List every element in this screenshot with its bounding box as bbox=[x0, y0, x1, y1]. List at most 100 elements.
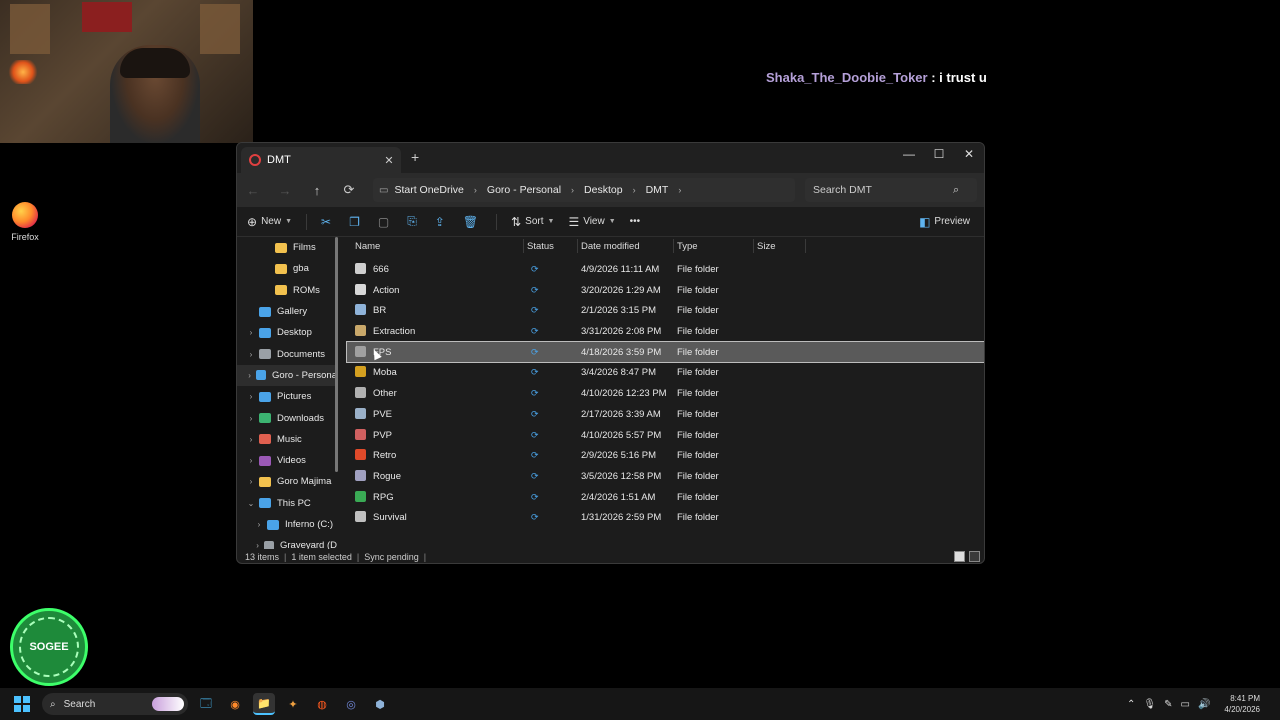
taskbar-steam-app[interactable]: ⬢ bbox=[369, 693, 391, 715]
chevron-right-icon[interactable]: › bbox=[243, 477, 259, 486]
pen-icon[interactable]: ✎ bbox=[1164, 699, 1172, 710]
tab-close-button[interactable]: ✕ bbox=[381, 154, 397, 167]
column-name[interactable]: Name bbox=[355, 241, 380, 252]
tab-dmt[interactable]: DMT ✕ bbox=[241, 147, 401, 173]
cut-button[interactable]: ✂ bbox=[321, 215, 335, 229]
sidebar-item[interactable]: ROMs bbox=[237, 280, 337, 301]
taskbar-app-icon[interactable]: ✦ bbox=[282, 693, 304, 715]
rename-button[interactable]: ⎘ bbox=[407, 214, 421, 229]
table-row[interactable]: FPS ⟳ 4/18/2026 3:59 PM File folder bbox=[346, 340, 984, 364]
breadcrumb-separator[interactable]: › bbox=[678, 185, 681, 195]
table-row[interactable]: Retro ⟳ 2/9/2026 5:16 PM File folder bbox=[347, 445, 984, 466]
chevron-right-icon[interactable]: › bbox=[251, 541, 264, 549]
breadcrumb-separator[interactable]: › bbox=[474, 185, 477, 195]
chevron-right-icon[interactable]: › bbox=[243, 435, 259, 444]
table-row[interactable]: PVP ⟳ 4/10/2026 5:57 PM File folder bbox=[347, 425, 984, 446]
table-row[interactable]: Rogue ⟳ 3/5/2026 12:58 PM File folder bbox=[347, 466, 984, 487]
desktop-icon-firefox[interactable]: Firefox bbox=[6, 202, 44, 242]
chevron-right-icon[interactable]: › bbox=[243, 392, 259, 401]
sidebar-item[interactable]: › Inferno (C:) bbox=[237, 514, 337, 535]
taskbar-search[interactable]: ⌕ Search bbox=[42, 693, 188, 715]
forward-button[interactable]: → bbox=[269, 183, 301, 198]
sidebar-item[interactable]: › Downloads bbox=[237, 407, 337, 428]
sidebar-item[interactable]: › Graveyard (D bbox=[237, 535, 337, 549]
chevron-up-icon[interactable]: ⌃ bbox=[1127, 699, 1135, 710]
start-button[interactable] bbox=[14, 696, 30, 712]
sidebar-item[interactable]: › Pictures bbox=[237, 386, 337, 407]
table-row[interactable]: Action ⟳ 3/20/2026 1:29 AM File folder bbox=[347, 280, 984, 301]
breadcrumb-goro-personal[interactable]: Goro - Personal bbox=[487, 184, 561, 196]
table-row[interactable]: RPG ⟳ 2/4/2026 1:51 AM File folder bbox=[347, 487, 984, 508]
chevron-right-icon[interactable]: › bbox=[243, 371, 256, 380]
breadcrumb-separator[interactable]: › bbox=[571, 185, 574, 195]
sidebar-item[interactable]: ⌄ This PC bbox=[237, 493, 337, 514]
table-row[interactable]: Extraction ⟳ 3/31/2026 2:08 PM File folder bbox=[347, 321, 984, 342]
breadcrumb-dmt[interactable]: DMT bbox=[646, 184, 669, 196]
sidebar-item[interactable]: Films bbox=[237, 237, 337, 258]
microphone-icon[interactable]: 🎙 bbox=[1143, 699, 1156, 710]
sidebar-item[interactable]: Gallery bbox=[237, 301, 337, 322]
table-row[interactable]: 666 ⟳ 4/9/2026 11:11 AM File folder bbox=[347, 259, 984, 280]
chevron-right-icon[interactable]: › bbox=[243, 328, 259, 337]
sidebar-item[interactable]: › Documents bbox=[237, 343, 337, 364]
preview-button[interactable]: ◧ Preview bbox=[919, 215, 970, 229]
volume-icon[interactable]: 🔊 bbox=[1198, 699, 1210, 710]
chevron-right-icon[interactable]: ⌄ bbox=[243, 499, 259, 508]
table-row[interactable]: Other ⟳ 4/10/2026 12:23 PM File folder bbox=[347, 383, 984, 404]
breadcrumb[interactable]: ▭ Start OneDrive › Goro - Personal › Des… bbox=[373, 178, 795, 202]
taskbar-file-explorer-app[interactable]: 📁 bbox=[253, 693, 275, 715]
chevron-right-icon[interactable]: › bbox=[243, 414, 259, 423]
taskbar-firefox-app[interactable]: ◉ bbox=[224, 693, 246, 715]
search-input[interactable] bbox=[813, 184, 953, 196]
new-tab-button[interactable]: + bbox=[411, 149, 419, 165]
view-button[interactable]: ☰ View ▼ bbox=[568, 215, 615, 229]
breadcrumb-separator[interactable]: › bbox=[633, 185, 636, 195]
chevron-right-icon[interactable]: › bbox=[251, 520, 267, 529]
chevron-right-icon[interactable]: › bbox=[243, 350, 259, 359]
tiles-view-button[interactable] bbox=[969, 551, 980, 562]
column-divider[interactable] bbox=[673, 239, 674, 253]
column-status[interactable]: Status bbox=[527, 241, 554, 252]
minimize-button[interactable]: — bbox=[894, 143, 924, 165]
sort-button[interactable]: ⇅ Sort ▼ bbox=[511, 215, 554, 229]
sidebar-item[interactable]: gba bbox=[237, 258, 337, 279]
column-divider[interactable] bbox=[805, 239, 806, 253]
sidebar-item[interactable]: › Music bbox=[237, 429, 337, 450]
table-row[interactable]: PVE ⟳ 2/17/2026 3:39 AM File folder bbox=[347, 404, 984, 425]
clock[interactable]: 8:41 PM 4/20/2026 bbox=[1224, 693, 1260, 715]
display-icon[interactable]: ▭ bbox=[1181, 699, 1190, 710]
column-type[interactable]: Type bbox=[677, 241, 698, 252]
paste-button[interactable]: ▢ bbox=[378, 215, 393, 229]
table-row[interactable]: Moba ⟳ 3/4/2026 8:47 PM File folder bbox=[347, 362, 984, 383]
breadcrumb-onedrive[interactable]: Start OneDrive bbox=[394, 184, 463, 196]
details-view-button[interactable] bbox=[954, 551, 965, 562]
sidebar-item[interactable]: › Goro Majima bbox=[237, 471, 337, 492]
maximize-button[interactable]: ☐ bbox=[924, 143, 954, 165]
column-divider[interactable] bbox=[753, 239, 754, 253]
sidebar-item[interactable]: › Desktop bbox=[237, 322, 337, 343]
sidebar-item[interactable]: › Goro - Persona bbox=[237, 364, 337, 387]
column-size[interactable]: Size bbox=[757, 241, 775, 252]
share-button[interactable]: ⇪ bbox=[435, 215, 449, 229]
back-button[interactable]: ← bbox=[237, 183, 269, 198]
chevron-right-icon[interactable]: › bbox=[243, 456, 259, 465]
taskbar-app-icon[interactable]: ◍ bbox=[311, 693, 333, 715]
new-button[interactable]: ⊕ New ▼ bbox=[247, 215, 292, 229]
taskbar-discord-app[interactable]: ◎ bbox=[340, 693, 362, 715]
column-date-modified[interactable]: Date modified bbox=[581, 241, 640, 252]
sidebar-item[interactable]: › Videos bbox=[237, 450, 337, 471]
up-button[interactable]: ↑ bbox=[301, 183, 333, 198]
nav-scrollbar[interactable] bbox=[335, 237, 338, 472]
taskbar-task-view-app[interactable]: 🗔 bbox=[195, 693, 217, 715]
table-row[interactable]: BR ⟳ 2/1/2026 3:15 PM File folder bbox=[347, 300, 984, 321]
column-divider[interactable] bbox=[523, 239, 524, 253]
breadcrumb-desktop[interactable]: Desktop bbox=[584, 184, 623, 196]
more-options-button[interactable]: ••• bbox=[630, 216, 641, 227]
delete-button[interactable]: 🗑 bbox=[463, 215, 482, 229]
table-row[interactable]: Survival ⟳ 1/31/2026 2:59 PM File folder bbox=[347, 507, 984, 528]
close-button[interactable]: ✕ bbox=[954, 143, 984, 165]
copy-button[interactable]: ❐ bbox=[349, 215, 364, 229]
search-icon[interactable]: ⌕ bbox=[953, 184, 959, 197]
column-divider[interactable] bbox=[577, 239, 578, 253]
refresh-button[interactable]: ⟳ bbox=[333, 182, 365, 198]
